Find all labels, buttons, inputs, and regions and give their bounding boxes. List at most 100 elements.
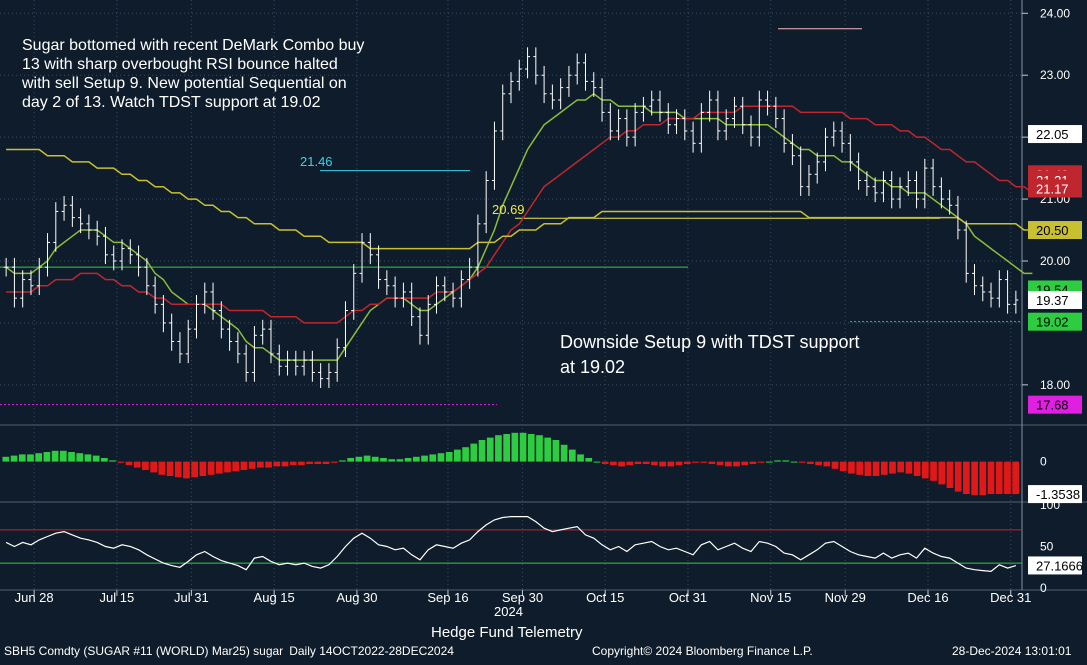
macd-bar (281, 461, 289, 467)
price-label-22-05-text: 22.05 (1036, 127, 1069, 142)
price-label-19-37-text: 19.37 (1036, 293, 1069, 308)
macd-bar (158, 461, 166, 475)
macd-bar (2, 456, 10, 462)
date-tick-label: Nov 29 (825, 590, 866, 605)
date-tick-label: Sep 30 (502, 590, 543, 605)
macd-bar (979, 461, 987, 496)
rsi-last-label: 27.1666 (1028, 556, 1083, 575)
macd-bar (889, 461, 896, 474)
range-text: Daily 14OCT2022-28DEC2024 (289, 644, 454, 658)
macd-bar (207, 461, 215, 475)
macd-bar (864, 461, 872, 476)
macd-bar (51, 450, 59, 462)
macd-bar (651, 461, 658, 466)
macd-bar (199, 461, 207, 476)
macd-bar (626, 461, 634, 466)
macd-bar (429, 454, 437, 462)
macd-bar (823, 461, 831, 467)
date-tick-label: Jul 15 (100, 590, 135, 605)
macd-bar (18, 454, 26, 462)
date-tick-label: Oct 15 (586, 590, 624, 605)
macd-bar (815, 461, 822, 466)
macd-bar (872, 461, 880, 476)
price-label-21-17: 21.17 (1028, 179, 1082, 198)
macd-bar (330, 461, 338, 463)
price-tick-label: 24.00 (1040, 6, 1070, 20)
macd-bar (766, 461, 773, 463)
macd-bar (396, 459, 404, 462)
macd-bar (248, 461, 256, 469)
macd-bar (880, 461, 888, 475)
price-label-19-37: 19.37 (1028, 291, 1082, 310)
macd-bar (938, 461, 946, 485)
macd-bar (183, 461, 190, 479)
macd-bar (10, 455, 18, 462)
date-tick-label: Dec 31 (990, 590, 1031, 605)
macd-bar (363, 455, 371, 462)
price-label-20-50: 20.50 (1028, 221, 1082, 240)
macd-bar (897, 461, 905, 473)
price-tick-label: 20.00 (1040, 254, 1070, 268)
macd-bar (380, 458, 387, 462)
macd-bar (257, 461, 264, 468)
macd-bar (35, 453, 43, 462)
footer-instrument: SBH5 Comdty (SUGAR #11 (WORLD) Mar25) su… (4, 644, 454, 658)
macd-bar (716, 461, 724, 466)
rsi-tick-label: 50 (1040, 540, 1054, 554)
macd-bar (724, 461, 732, 467)
macd-bar (790, 461, 798, 463)
macd-bar (495, 435, 502, 462)
macd-bar (166, 461, 174, 476)
macd-bar (355, 456, 363, 462)
macd-last-label-text: -1.3538 (1036, 487, 1080, 502)
macd-bar (84, 454, 92, 462)
chart-window: 24.0023.0022.0021.0020.0018.000100500Jun… (0, 0, 1087, 660)
macd-bar (642, 461, 650, 464)
macd-bar (503, 434, 510, 462)
macd-bar (1012, 461, 1019, 495)
macd-bar (577, 454, 584, 462)
macd-bar (486, 437, 494, 462)
macd-bar (133, 461, 141, 468)
macd-bar (708, 461, 716, 464)
price-chart: 24.0023.0022.0021.0020.0018.000100500Jun… (0, 0, 1087, 660)
macd-bar (232, 461, 240, 472)
macd-bar (971, 461, 978, 496)
macd-bar (68, 452, 75, 462)
macd-bar (240, 461, 248, 470)
price-label-19-02: 19.02 (1028, 312, 1082, 331)
macd-bar (27, 454, 34, 462)
macd-bar (437, 453, 445, 462)
price-label-22-05: 22.05 (1028, 125, 1082, 144)
macd-bar (1004, 461, 1011, 494)
macd-bar (839, 461, 847, 472)
macd-bar (700, 461, 708, 463)
macd-bar (371, 456, 379, 462)
macd-bar (404, 458, 412, 462)
year-label: 2024 (494, 604, 523, 619)
macd-bar (536, 435, 543, 462)
macd-bar (478, 440, 486, 462)
macd-bar (289, 461, 297, 466)
date-tick-label: Nov 15 (750, 590, 791, 605)
macd-last-label: -1.3538 (1028, 485, 1082, 504)
macd-bar (445, 452, 453, 462)
macd-bar (667, 461, 675, 467)
macd-bar (618, 461, 625, 467)
level-label-21-46: 21.46 (300, 154, 333, 169)
macd-bar (963, 461, 970, 494)
macd-bar (856, 461, 864, 475)
date-tick-label: Aug 15 (254, 590, 295, 605)
rsi-tick-label: 0 (1040, 581, 1047, 595)
macd-bar (101, 458, 108, 462)
macd-bar (692, 461, 699, 463)
macd-bar (224, 461, 231, 473)
macd-bar (585, 458, 593, 462)
macd-bar (59, 450, 67, 462)
macd-bar (150, 461, 157, 473)
macd-bar (388, 459, 396, 462)
macd-bar (930, 461, 937, 481)
date-tick-label: Sep 16 (427, 590, 468, 605)
macd-bar (807, 461, 814, 464)
callout-line-1: Downside Setup 9 with TDST support (560, 332, 860, 352)
